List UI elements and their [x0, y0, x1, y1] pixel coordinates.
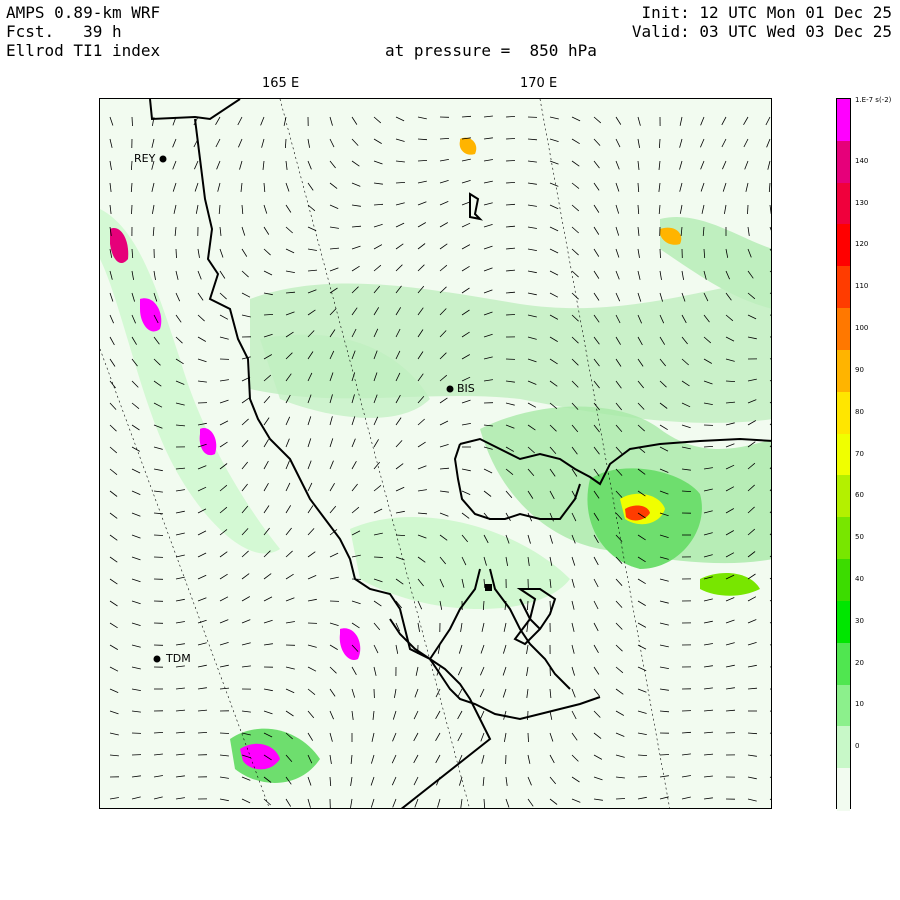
- colorbar-tick-label: 20: [855, 658, 864, 667]
- colorbar-segment: [837, 140, 850, 184]
- colorbar-segment: [837, 266, 850, 310]
- wind-barb: [549, 600, 551, 611]
- wind-barb: [659, 754, 670, 756]
- wind-barb: [219, 732, 230, 734]
- pressure-level: at pressure = 850 hPa: [385, 41, 597, 60]
- init-time: Init: 12 UTC Mon 01 Dec 25: [641, 3, 892, 22]
- wind-barb: [131, 204, 133, 215]
- colorbar-segment: [837, 391, 850, 435]
- longitude-label-165: 165 E: [262, 76, 300, 91]
- colorbar: [836, 98, 851, 811]
- wind-barb: [747, 204, 749, 215]
- colorbar-segment: [837, 224, 850, 268]
- valid-time: Valid: 03 UTC Wed 03 Dec 25: [631, 22, 892, 41]
- wind-barb: [131, 116, 133, 127]
- station-dot-rey: [159, 155, 167, 163]
- colorbar-tick-label: 110: [855, 282, 869, 291]
- field-name: Ellrod TI1 index: [6, 41, 161, 60]
- colorbar-segment: [837, 433, 850, 477]
- colorbar-segment: [837, 349, 850, 393]
- wind-barb: [505, 138, 516, 140]
- colorbar-segment: [837, 475, 850, 519]
- colorbar-tick-label: 10: [855, 700, 864, 709]
- station-label-tdm: TDM: [166, 652, 191, 665]
- colorbar-tick-label: 30: [855, 616, 864, 625]
- colorbar-tick-label: 120: [855, 240, 869, 249]
- colorbar-tick-label: 140: [855, 156, 869, 165]
- colorbar-tick-label: 40: [855, 574, 864, 583]
- wind-barb: [527, 710, 529, 721]
- colorbar-tick-label: 80: [855, 407, 864, 416]
- colorbar-tick-label: 130: [855, 198, 869, 207]
- turbulence-shading: [100, 99, 771, 808]
- colorbar-segment: [837, 768, 850, 811]
- colorbar-segment: [837, 182, 850, 226]
- map-panel: REY BIS TDM: [99, 98, 772, 809]
- colorbar-segment: [837, 642, 850, 686]
- colorbar-tick-label: 100: [855, 324, 869, 333]
- map-canvas: [100, 99, 771, 808]
- station-dot-tdm: [153, 655, 161, 663]
- wind-barb: [527, 732, 529, 743]
- longitude-label-170: 170 E: [520, 76, 558, 91]
- station-label-rey: REY: [134, 152, 156, 165]
- wind-barb: [505, 160, 516, 162]
- colorbar-segment: [837, 600, 850, 644]
- colorbar-segment: [837, 559, 850, 602]
- colorbar-unit: 1.E-7 s(-2): [855, 96, 892, 104]
- colorbar-segment: [837, 684, 850, 728]
- colorbar-tick-label: 70: [855, 449, 864, 458]
- colorbar-segment: [837, 517, 850, 561]
- wind-barb: [615, 798, 626, 800]
- wind-barb: [505, 314, 516, 316]
- colorbar-segment: [837, 99, 850, 142]
- wind-barb: [637, 776, 648, 778]
- colorbar-tick-label: 60: [855, 491, 864, 500]
- colorbar-tick-label: 0: [855, 742, 860, 751]
- wind-barb: [153, 534, 164, 536]
- station-square: [485, 584, 492, 591]
- colorbar-segment: [837, 726, 850, 770]
- model-title: AMPS 0.89-km WRF: [6, 3, 161, 22]
- forecast-hour: Fcst. 39 h: [6, 22, 122, 41]
- wind-barb: [373, 556, 384, 558]
- wind-barb: [659, 248, 661, 259]
- colorbar-segment: [837, 308, 850, 351]
- station-dot-bis: [446, 385, 454, 393]
- station-label-bis: BIS: [457, 382, 475, 395]
- colorbar-tick-label: 90: [855, 365, 864, 374]
- colorbar-tick-label: 50: [855, 533, 864, 542]
- wind-barb: [175, 248, 177, 259]
